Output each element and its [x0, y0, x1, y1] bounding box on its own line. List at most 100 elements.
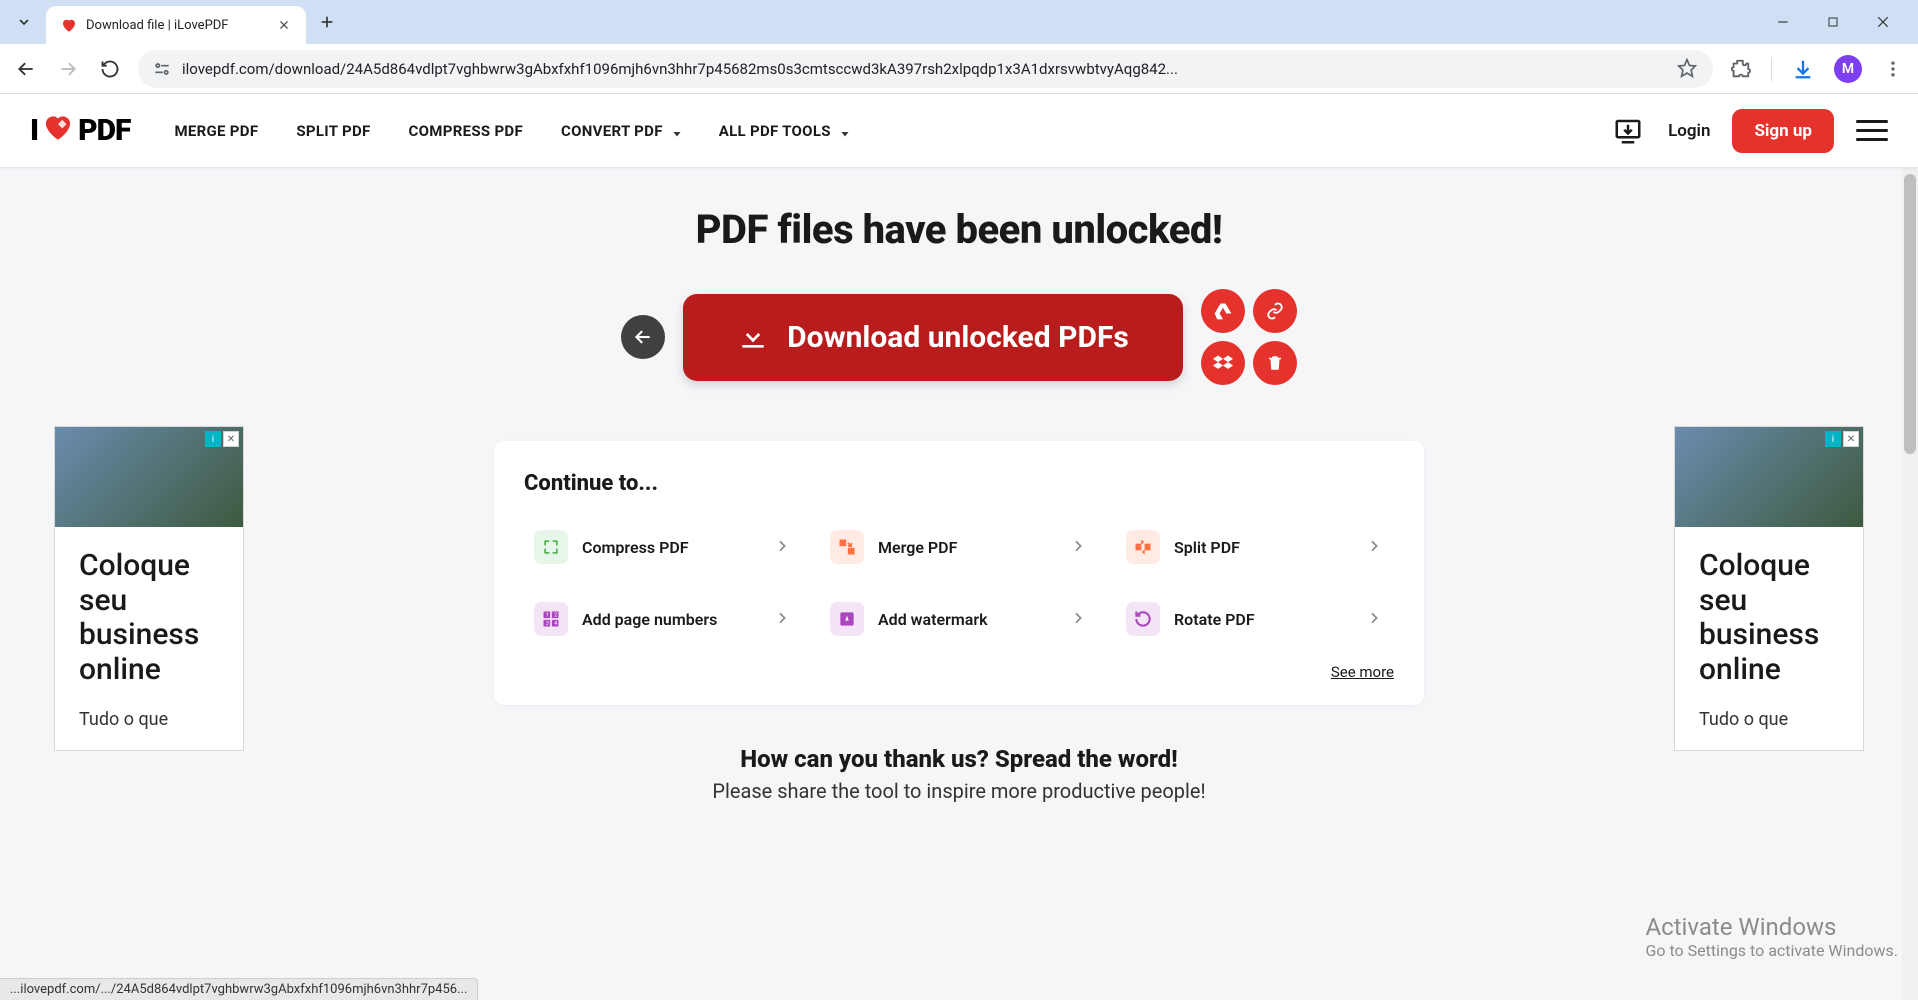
- tab-close-button[interactable]: [276, 17, 292, 33]
- chevron-right-icon: [1366, 538, 1384, 556]
- nav-reload-button[interactable]: [96, 55, 124, 83]
- chevron-down-icon: [839, 126, 849, 136]
- nav-forward-button[interactable]: [54, 55, 82, 83]
- profile-avatar[interactable]: M: [1834, 55, 1862, 83]
- nav-convert-pdf[interactable]: CONVERT PDF: [561, 122, 681, 140]
- tool-split-pdf[interactable]: Split PDF: [1116, 518, 1394, 576]
- thank-subtitle: Please share the tool to inspire more pr…: [0, 779, 1918, 803]
- tool-merge-pdf[interactable]: Merge PDF: [820, 518, 1098, 576]
- tool-label: Merge PDF: [878, 538, 1056, 557]
- chevron-right-icon: [774, 538, 792, 556]
- chevron-right-icon: [1366, 610, 1384, 628]
- link-icon[interactable]: [1253, 289, 1297, 333]
- svg-text:4: 4: [554, 621, 557, 627]
- chevron-down-icon: [671, 126, 681, 136]
- tab-bar: Download file | iLovePDF: [0, 0, 1918, 44]
- watermark-icon: [830, 602, 864, 636]
- nav-split-pdf[interactable]: SPLIT PDF: [296, 122, 370, 140]
- chevron-right-icon: [1070, 538, 1088, 556]
- scrollbar-thumb[interactable]: [1904, 174, 1916, 454]
- compress-icon: [534, 530, 568, 564]
- ad-info-icon[interactable]: i: [1825, 431, 1841, 447]
- ad-left[interactable]: i✕ Coloque seu business online Tudo o qu…: [54, 426, 244, 751]
- ad-headline: Coloque seu business online: [55, 527, 243, 709]
- trash-icon[interactable]: [1253, 341, 1297, 385]
- downloads-icon[interactable]: [1790, 56, 1816, 82]
- tool-watermark[interactable]: Add watermark: [820, 590, 1098, 648]
- window-close-button[interactable]: [1868, 7, 1898, 37]
- windows-activation-watermark: Activate Windows Go to Settings to activ…: [1645, 913, 1898, 960]
- tool-compress-pdf[interactable]: Compress PDF: [524, 518, 802, 576]
- url-text: ilovepdf.com/download/24A5d864vdlpt7vghb…: [182, 60, 1667, 78]
- chevron-right-icon: [1070, 610, 1088, 628]
- ad-headline: Coloque seu business online: [1675, 527, 1863, 709]
- logo-text-i: I: [30, 113, 38, 148]
- nav-merge-pdf[interactable]: MERGE PDF: [174, 122, 258, 140]
- window-controls: [1768, 7, 1910, 37]
- ad-image: i✕: [1675, 427, 1863, 527]
- window-maximize-button[interactable]: [1818, 7, 1848, 37]
- thank-title: How can you thank us? Spread the word!: [0, 745, 1918, 773]
- page-content: PDF files have been unlocked! Download u…: [0, 168, 1918, 1000]
- url-input[interactable]: ilovepdf.com/download/24A5d864vdlpt7vghb…: [138, 50, 1713, 88]
- ad-right[interactable]: i✕ Coloque seu business online Tudo o qu…: [1674, 426, 1864, 751]
- nav-compress-pdf[interactable]: COMPRESS PDF: [409, 122, 523, 140]
- ad-close-icon[interactable]: ✕: [1843, 431, 1859, 447]
- address-bar: ilovepdf.com/download/24A5d864vdlpt7vghb…: [0, 44, 1918, 94]
- browser-menu-icon[interactable]: [1880, 56, 1906, 82]
- google-drive-icon[interactable]: [1201, 289, 1245, 333]
- tab-search-button[interactable]: [8, 6, 40, 38]
- thank-section: How can you thank us? Spread the word! P…: [0, 745, 1918, 803]
- new-tab-button[interactable]: [312, 7, 342, 37]
- download-button[interactable]: Download unlocked PDFs: [683, 294, 1183, 381]
- tools-grid: Compress PDF Merge PDF Split PDF 1234 Ad…: [524, 518, 1394, 648]
- ad-close-icon[interactable]: ✕: [223, 431, 239, 447]
- toolbar-right: M: [1727, 55, 1906, 83]
- ad-badge: i✕: [1825, 431, 1859, 447]
- bookmark-icon[interactable]: [1677, 58, 1699, 80]
- svg-text:1: 1: [546, 613, 549, 619]
- browser-chrome: Download file | iLovePDF ilovepd: [0, 0, 1918, 94]
- site-settings-icon[interactable]: [152, 59, 172, 79]
- browser-tab[interactable]: Download file | iLovePDF: [46, 6, 306, 44]
- download-icon: [737, 321, 769, 353]
- ad-info-icon[interactable]: i: [205, 431, 221, 447]
- back-button[interactable]: [621, 315, 665, 359]
- tool-label: Add watermark: [878, 610, 1056, 629]
- login-link[interactable]: Login: [1668, 121, 1710, 141]
- download-row: Download unlocked PDFs: [0, 289, 1918, 385]
- tool-label: Split PDF: [1174, 538, 1352, 557]
- ad-badge: i✕: [205, 431, 239, 447]
- watermark-line1: Activate Windows: [1645, 913, 1898, 941]
- svg-text:2: 2: [554, 613, 557, 619]
- nav-all-tools[interactable]: ALL PDF TOOLS: [719, 122, 849, 140]
- toolbar-divider: [1771, 57, 1772, 81]
- status-bar: ...ilovepdf.com/.../24A5d864vdlpt7vghbwr…: [0, 978, 478, 1000]
- desktop-app-icon[interactable]: [1610, 113, 1646, 149]
- tool-rotate-pdf[interactable]: Rotate PDF: [1116, 590, 1394, 648]
- ad-image: i✕: [55, 427, 243, 527]
- rotate-icon: [1126, 602, 1160, 636]
- chevron-right-icon: [774, 610, 792, 628]
- watermark-line2: Go to Settings to activate Windows.: [1645, 941, 1898, 960]
- merge-icon: [830, 530, 864, 564]
- see-more-link[interactable]: See more: [1331, 663, 1394, 681]
- dropbox-icon[interactable]: [1201, 341, 1245, 385]
- tool-page-numbers[interactable]: 1234 Add page numbers: [524, 590, 802, 648]
- see-more-row: See more: [524, 662, 1394, 681]
- continue-card: Continue to... Compress PDF Merge PDF Sp…: [494, 441, 1424, 705]
- scrollbar-vertical[interactable]: [1902, 168, 1918, 1000]
- tool-label: Rotate PDF: [1174, 610, 1352, 629]
- tab-title: Download file | iLovePDF: [86, 18, 268, 33]
- logo[interactable]: I PDF: [30, 110, 130, 152]
- share-buttons: [1201, 289, 1297, 385]
- extensions-icon[interactable]: [1727, 56, 1753, 82]
- heart-icon: [41, 110, 75, 152]
- menu-icon[interactable]: [1856, 115, 1888, 147]
- nav-back-button[interactable]: [12, 55, 40, 83]
- tool-label: Compress PDF: [582, 538, 760, 557]
- signup-button[interactable]: Sign up: [1732, 109, 1834, 153]
- window-minimize-button[interactable]: [1768, 7, 1798, 37]
- ad-subline: Tudo o que: [55, 709, 243, 750]
- svg-text:3: 3: [546, 621, 549, 627]
